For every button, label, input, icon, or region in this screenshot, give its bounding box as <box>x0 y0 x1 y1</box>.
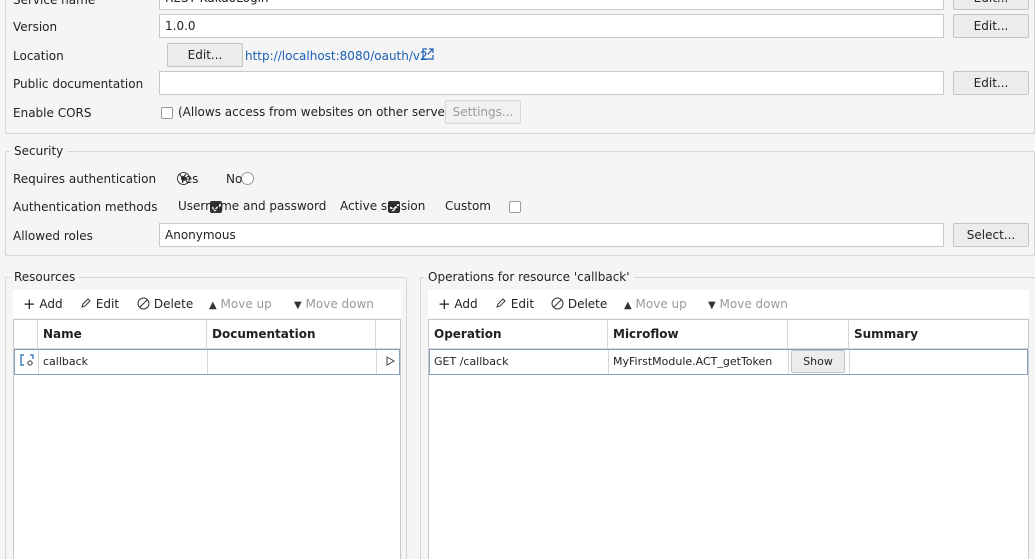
resources-edit-button[interactable]: Edit <box>80 296 119 312</box>
cors-checkbox-text: (Allows access from websites on other se… <box>178 105 461 119</box>
resource-icon <box>15 350 39 374</box>
operations-add-label: Add <box>454 297 478 311</box>
triangle-up-icon: ▲ <box>624 300 632 311</box>
resources-col-documentation[interactable]: Documentation <box>207 320 376 348</box>
operations-grid: Operation Microflow Summary GET /callbac… <box>428 319 1029 559</box>
resources-delete-label: Delete <box>153 297 194 311</box>
table-row[interactable]: callback <box>14 349 400 375</box>
resources-move-down-button[interactable]: ▼ Move down <box>294 296 374 314</box>
plus-icon: + <box>438 295 451 313</box>
operations-move-up-button[interactable]: ▲ Move up <box>624 296 687 314</box>
active-session-label: Active session <box>340 199 426 213</box>
operations-col-microflow[interactable]: Microflow <box>608 320 788 348</box>
microflow-cell: MyFirstModule.ACT_getToken <box>609 350 789 374</box>
resources-move-up-button[interactable]: ▲ Move up <box>209 296 272 314</box>
version-label: Version <box>13 20 58 34</box>
resources-edit-label: Edit <box>95 297 120 311</box>
table-row[interactable]: GET /callback MyFirstModule.ACT_getToken… <box>429 349 1028 375</box>
summary-cell <box>850 350 1029 374</box>
triangle-down-icon: ▼ <box>708 300 716 311</box>
operations-delete-button[interactable]: Delete <box>551 296 607 312</box>
show-cell: Show <box>789 350 850 374</box>
service-name-edit-button[interactable]: Edit... <box>953 0 1029 10</box>
requires-auth-yes-label: Yes <box>179 172 199 186</box>
operations-delete-label: Delete <box>567 297 608 311</box>
public-doc-label: Public documentation <box>13 77 144 91</box>
operations-move-up-label: Move up <box>635 297 687 311</box>
auth-methods-label: Authentication methods <box>13 200 158 214</box>
resources-move-up-label: Move up <box>220 297 272 311</box>
allowed-roles-field[interactable]: Anonymous <box>159 223 944 247</box>
operation-cell: GET /callback <box>430 350 609 374</box>
resources-move-down-label: Move down <box>305 297 374 311</box>
play-triangle-icon[interactable] <box>377 350 401 374</box>
operations-col-show <box>788 320 849 348</box>
requires-auth-no-radio[interactable] <box>240 172 254 185</box>
operations-edit-button[interactable]: Edit <box>495 296 534 312</box>
operations-title: Operations for resource 'callback' <box>424 270 634 284</box>
service-name-label: Service name <box>13 0 96 7</box>
operations-col-summary[interactable]: Summary <box>849 320 1028 348</box>
enable-cors-label: Enable CORS <box>13 106 92 120</box>
custom-label: Custom <box>445 199 491 213</box>
operations-col-operation[interactable]: Operation <box>429 320 608 348</box>
cors-checkbox[interactable] <box>161 107 173 119</box>
location-edit-button[interactable]: Edit... <box>167 43 243 67</box>
pencil-icon <box>80 297 96 311</box>
allowed-roles-label: Allowed roles <box>13 229 93 243</box>
delete-circle-icon <box>551 297 568 311</box>
resources-delete-button[interactable]: Delete <box>137 296 193 312</box>
requires-auth-label: Requires authentication <box>13 172 157 186</box>
security-title: Security <box>10 144 68 158</box>
operations-edit-label: Edit <box>510 297 535 311</box>
public-doc-field[interactable] <box>159 71 944 95</box>
operations-toolbar: + Add Edit Delete ▲ Move up ▼ Move down <box>428 290 1029 318</box>
resources-title: Resources <box>10 270 80 284</box>
resources-col-indicator <box>14 320 38 348</box>
resource-doc-cell <box>208 350 377 374</box>
version-field[interactable]: 1.0.0 <box>159 14 944 38</box>
public-doc-edit-button[interactable]: Edit... <box>953 71 1029 95</box>
resources-col-name[interactable]: Name <box>38 320 207 348</box>
resources-add-button[interactable]: + Add <box>23 296 63 312</box>
requires-auth-no-label: No <box>226 172 243 186</box>
show-microflow-button[interactable]: Show <box>791 350 845 373</box>
cors-settings-button[interactable]: Settings... <box>445 100 521 124</box>
resources-add-label: Add <box>39 297 63 311</box>
location-label: Location <box>13 49 64 63</box>
triangle-down-icon: ▼ <box>294 300 302 311</box>
resource-name-cell: callback <box>39 350 208 374</box>
operations-add-button[interactable]: + Add <box>438 296 478 312</box>
service-name-field[interactable]: REST KakaoLogin <box>159 0 944 10</box>
operations-move-down-button[interactable]: ▼ Move down <box>708 296 788 314</box>
custom-checkbox[interactable] <box>509 201 522 213</box>
version-edit-button[interactable]: Edit... <box>953 14 1029 38</box>
allowed-roles-select-button[interactable]: Select... <box>953 223 1029 247</box>
pencil-icon <box>495 297 511 311</box>
delete-circle-icon <box>137 297 154 311</box>
triangle-up-icon: ▲ <box>209 300 217 311</box>
external-link-icon[interactable] <box>421 47 435 61</box>
resources-col-extra <box>376 320 400 348</box>
resources-toolbar: + Add Edit Delete ▲ Move up ▼ Move down <box>13 290 401 318</box>
username-password-label: Username and password <box>178 199 327 213</box>
operations-move-down-label: Move down <box>719 297 788 311</box>
plus-icon: + <box>23 295 36 313</box>
resources-grid: Name Documentation callback <box>13 319 401 559</box>
location-url-link[interactable]: http://localhost:8080/oauth/v2 <box>245 48 428 64</box>
